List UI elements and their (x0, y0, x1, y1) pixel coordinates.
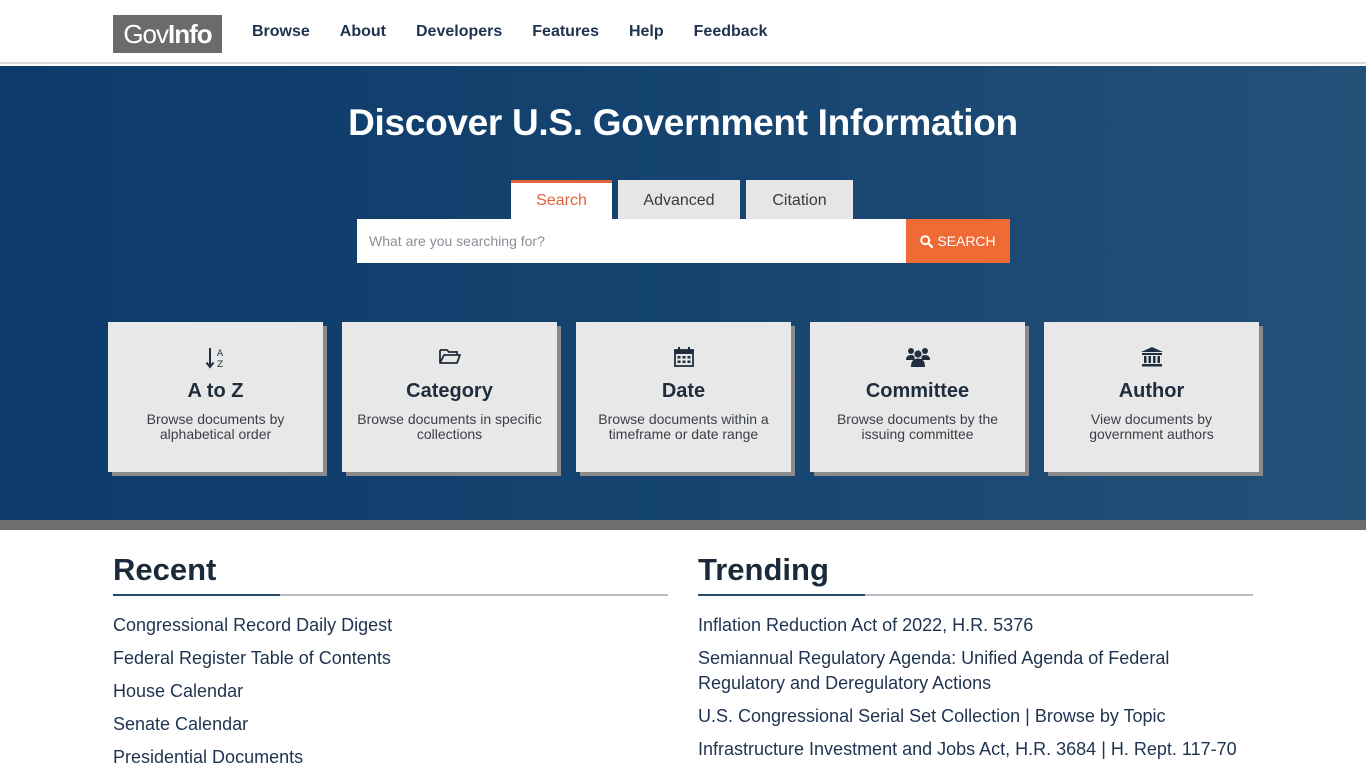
top-header: GovInfo Browse About Developers Features… (0, 0, 1366, 64)
hero-section: Discover U.S. Government Information Sea… (0, 66, 1366, 520)
recent-item[interactable]: Federal Register Table of Contents (113, 646, 668, 671)
trending-item[interactable]: Inflation Reduction Act of 2022, H.R. 53… (698, 613, 1253, 638)
recent-section: Recent Congressional Record Daily Digest… (113, 552, 668, 768)
card-title: Author (1118, 380, 1185, 402)
card-description: Browse documents by the issuing committe… (836, 411, 999, 442)
nav-help[interactable]: Help (629, 23, 664, 41)
card-title: Date (661, 380, 706, 402)
nav-about[interactable]: About (340, 23, 386, 41)
search-bar: SEARCH (357, 219, 1010, 263)
card-description: View documents by government authors (1089, 411, 1214, 442)
recent-divider (113, 594, 668, 596)
search-button-label: SEARCH (937, 233, 996, 249)
tab-advanced[interactable]: Advanced (618, 180, 740, 219)
recent-list: Congressional Record Daily Digest Federa… (113, 613, 668, 768)
nav-developers[interactable]: Developers (416, 23, 502, 41)
logo-text-gov: Gov (123, 19, 169, 49)
search-input[interactable] (357, 219, 906, 263)
recent-item[interactable]: Senate Calendar (113, 712, 668, 737)
card-description: Browse documents in specific collections (357, 411, 542, 442)
card-title: Category (406, 380, 493, 402)
nav-features[interactable]: Features (532, 23, 599, 41)
card-category[interactable]: Category Browse documents in specific co… (342, 322, 557, 472)
nav-browse[interactable]: Browse (252, 23, 310, 41)
card-title: Committee (865, 380, 970, 402)
trending-heading: Trending (698, 552, 829, 587)
card-date[interactable]: Date Browse documents within a timeframe… (576, 322, 791, 472)
sort-alpha-icon: A Z (205, 348, 224, 370)
search-button[interactable]: SEARCH (906, 219, 1010, 263)
trending-divider (698, 594, 1253, 596)
card-committee[interactable]: Committee Browse documents by the issuin… (810, 322, 1025, 472)
recent-heading: Recent (113, 552, 217, 587)
users-icon (905, 348, 930, 367)
svg-text:A: A (217, 349, 224, 359)
trending-list: Inflation Reduction Act of 2022, H.R. 53… (698, 613, 1253, 762)
svg-text:Z: Z (217, 360, 223, 370)
main-nav: Browse About Developers Features Help Fe… (252, 0, 797, 64)
tab-search[interactable]: Search (511, 180, 612, 219)
search-icon (920, 234, 934, 248)
card-description: Browse documents by alphabetical order (146, 411, 285, 442)
tab-citation[interactable]: Citation (746, 180, 853, 219)
nav-feedback[interactable]: Feedback (694, 23, 768, 41)
trending-item[interactable]: Semiannual Regulatory Agenda: Unified Ag… (698, 646, 1253, 696)
trending-item[interactable]: Infrastructure Investment and Jobs Act, … (698, 737, 1253, 762)
trending-item[interactable]: U.S. Congressional Serial Set Collection… (698, 704, 1253, 729)
hero-bottom-band (0, 520, 1366, 530)
institution-icon (1140, 347, 1163, 367)
card-title: A to Z (187, 380, 244, 402)
browse-cards: A Z A to Z Browse documents by alphabeti… (108, 322, 1278, 472)
calendar-icon (673, 347, 694, 367)
recent-item[interactable]: Presidential Documents (113, 745, 668, 768)
card-description: Browse documents within a timeframe or d… (598, 411, 769, 442)
logo-text-info: Info (168, 19, 213, 49)
search-tabs: Search Advanced Citation (511, 180, 859, 219)
trending-section: Trending Inflation Reduction Act of 2022… (698, 552, 1253, 768)
hero-title: Discover U.S. Government Information (348, 102, 1018, 143)
govinfo-logo[interactable]: GovInfo (113, 15, 222, 53)
recent-item[interactable]: Congressional Record Daily Digest (113, 613, 668, 638)
card-author[interactable]: Author View documents by government auth… (1044, 322, 1259, 472)
folder-open-icon (438, 349, 461, 364)
card-a-to-z[interactable]: A Z A to Z Browse documents by alphabeti… (108, 322, 323, 472)
recent-item[interactable]: House Calendar (113, 679, 668, 704)
